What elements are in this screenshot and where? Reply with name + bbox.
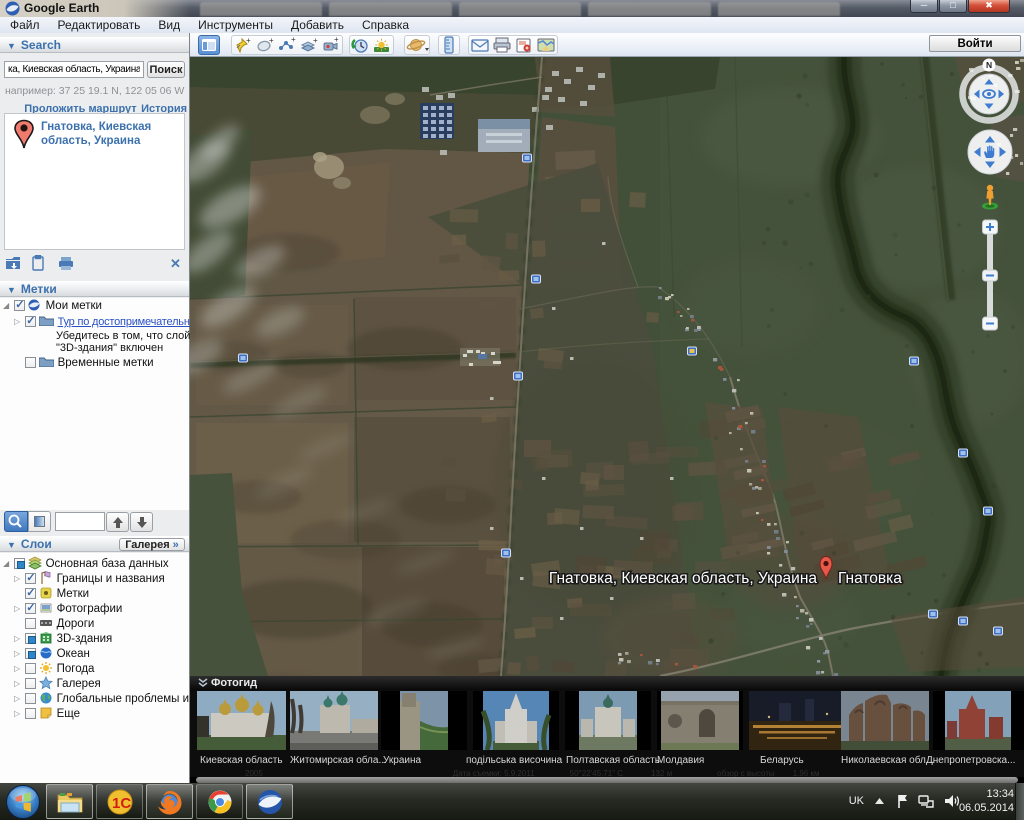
svg-text:N: N (986, 60, 992, 70)
svg-text:1C: 1C (112, 795, 131, 812)
svg-text:+: + (269, 36, 274, 45)
svg-text:✕: ✕ (170, 256, 181, 271)
svg-text:Гнатовка: Гнатовка (838, 570, 902, 587)
svg-text:Гнатовка, Киевская область, Ук: Гнатовка, Киевская область, Украина (549, 570, 817, 587)
svg-text:+: + (313, 36, 318, 45)
svg-text:+: + (291, 36, 296, 44)
svg-text:+: + (246, 36, 251, 45)
svg-text:+: + (334, 36, 339, 44)
